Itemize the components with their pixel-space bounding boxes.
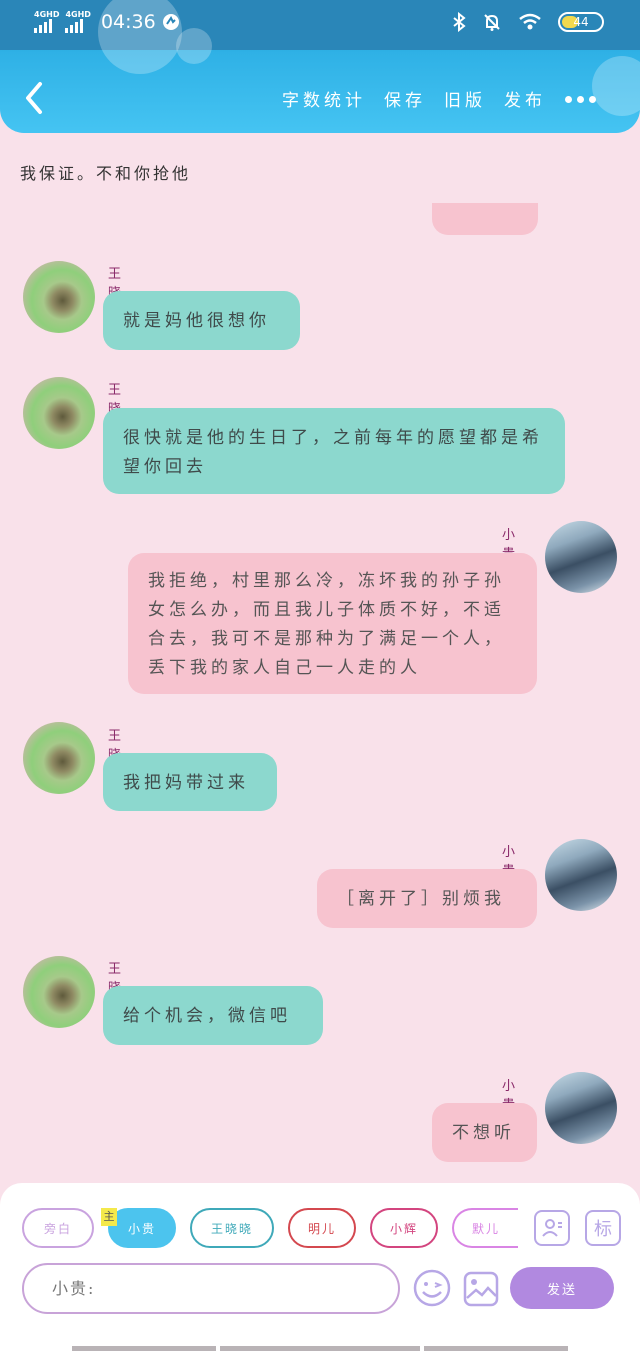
message-bubble[interactable]: 我拒绝，村里那么冷，冻坏我的孙子孙女怎么办，而且我儿子体质不好，不适合去，我可不… [128, 553, 537, 694]
message-bubble[interactable]: 很快就是他的生日了，之前每年的愿望都是希望你回去 [103, 408, 565, 494]
avatar[interactable] [23, 956, 95, 1028]
story-note: 我保证。不和你抢他 [20, 164, 192, 183]
publish-button[interactable]: 发布 [504, 86, 546, 111]
message-bubble[interactable]: 给个机会，微信吧 [103, 986, 323, 1045]
mute-bell-icon [484, 14, 500, 31]
message-bubble[interactable]: ［离开了］别烦我 [317, 869, 537, 928]
avatar[interactable] [23, 261, 95, 333]
avatar[interactable] [23, 722, 95, 794]
message-bubble[interactable]: 就是妈他很想你 [103, 291, 300, 350]
image-icon[interactable] [462, 1270, 500, 1308]
emoji-icon[interactable] [412, 1268, 452, 1308]
character-chip-moer[interactable]: 默儿 [452, 1208, 518, 1248]
message-bubble[interactable]: 不想听 [432, 1103, 537, 1162]
bluetooth-icon [453, 12, 466, 32]
more-icon[interactable] [565, 96, 596, 103]
avatar[interactable] [23, 377, 95, 449]
character-chip-wangxiaoxiao[interactable]: 王晓晓 [190, 1208, 274, 1248]
app-header: 4GHD 4GHD 04:36 44 字数统计 保存 旧版 发布 [0, 0, 640, 133]
avatar[interactable] [545, 1072, 617, 1144]
signal-bars-icon [65, 19, 84, 33]
character-chip-narrator[interactable]: 旁白 [22, 1208, 94, 1248]
nav-bar-segment [72, 1346, 216, 1351]
signal-2: 4GHD [65, 10, 91, 33]
network-type-1: 4GHD [34, 10, 60, 19]
sync-icon [162, 13, 179, 30]
mark-button[interactable]: 标 [585, 1210, 621, 1246]
status-left: 4GHD 4GHD 04:36 [34, 10, 180, 33]
message-input[interactable]: 小贵: [22, 1263, 400, 1314]
nav-bar-segment [220, 1346, 420, 1351]
header-actions: 字数统计 保存 旧版 发布 [282, 86, 546, 111]
send-button[interactable]: 发送 [510, 1267, 614, 1309]
clock: 04:36 [100, 10, 156, 33]
avatar[interactable] [545, 521, 617, 593]
back-arrow-icon[interactable] [22, 80, 46, 116]
bubble-decoration [176, 28, 212, 64]
wifi-icon [519, 13, 541, 30]
battery-icon: 44 [558, 12, 604, 32]
bubble-decoration [592, 56, 640, 116]
old-version-button[interactable]: 旧版 [444, 86, 486, 111]
character-chip-minger[interactable]: 明儿 [288, 1208, 356, 1248]
signal-bars-icon [34, 19, 52, 33]
avatar[interactable] [545, 839, 617, 911]
status-right: 44 [452, 12, 604, 32]
character-chip-xiaogui[interactable]: 小贵 [108, 1208, 176, 1248]
character-chip-xiaohui[interactable]: 小辉 [370, 1208, 438, 1248]
nav-bar-segment [424, 1346, 568, 1351]
manage-characters-icon[interactable] [534, 1210, 570, 1246]
save-button[interactable]: 保存 [384, 86, 426, 111]
signal-1: 4GHD [34, 10, 59, 33]
battery-level: 44 [573, 15, 589, 29]
network-type-2: 4GHD [65, 10, 91, 19]
main-character-badge: 主 [101, 1208, 117, 1226]
message-bubble[interactable]: 我把妈带过来 [103, 753, 277, 811]
partial-message-bubble [432, 203, 538, 235]
word-count-button[interactable]: 字数统计 [282, 86, 366, 111]
